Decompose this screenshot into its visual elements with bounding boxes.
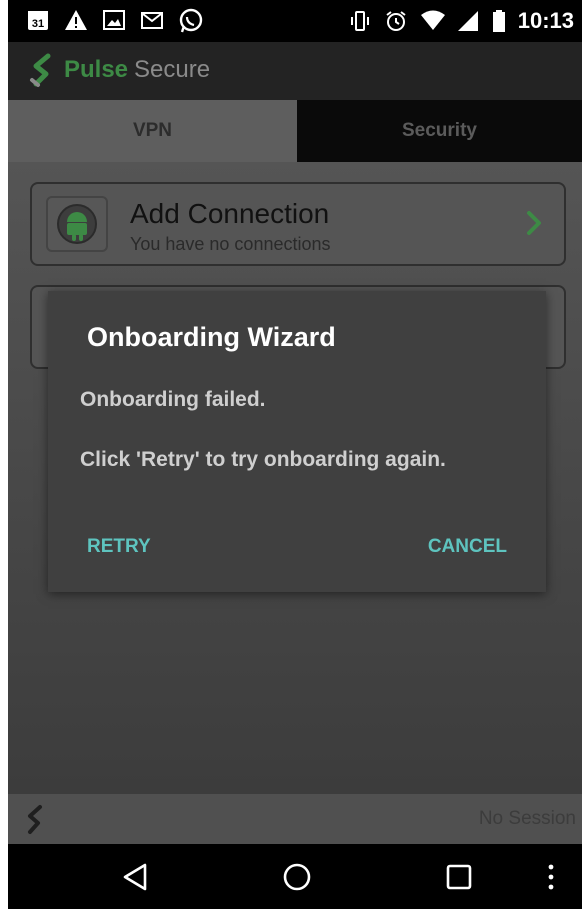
brand-pulse-text: Pulse <box>64 56 129 83</box>
session-status: No Session <box>478 808 576 829</box>
cancel-button[interactable]: CANCEL <box>428 536 507 558</box>
gmail-icon <box>140 8 164 32</box>
phone-screen: 31 10:13 Pulse Secure VPN Security Add C… <box>8 0 582 909</box>
chevron-right-icon <box>526 210 542 241</box>
tab-security[interactable]: Security <box>297 100 582 162</box>
android-icon <box>46 196 108 252</box>
pulse-logo-icon <box>24 804 48 841</box>
calendar-day: 31 <box>32 18 44 30</box>
dialog-message-instruction: Click 'Retry' to try onboarding again. <box>80 448 446 471</box>
clock: 10:13 <box>517 8 574 33</box>
battery-icon <box>492 9 506 33</box>
wifi-icon <box>420 9 445 33</box>
dialog-message-status: Onboarding failed. <box>80 388 266 411</box>
image-icon <box>102 8 126 32</box>
recents-icon[interactable] <box>444 862 474 897</box>
status-bar: 31 10:13 <box>8 0 582 42</box>
brand-secure-text: Secure <box>134 56 211 83</box>
onboarding-dialog: Onboarding Wizard Onboarding failed. Cli… <box>48 291 546 592</box>
pulse-secure-logo: Pulse Secure <box>28 52 210 88</box>
alarm-icon <box>384 9 408 33</box>
warning-icon <box>64 8 88 32</box>
add-connection-subtitle: You have no connections <box>130 234 331 254</box>
app-bar: Pulse Secure <box>8 42 582 100</box>
navigation-bar <box>8 844 582 909</box>
calendar-icon: 31 <box>26 8 50 32</box>
add-connection-card[interactable]: Add Connection You have no connections <box>30 182 566 266</box>
back-icon[interactable] <box>121 862 151 897</box>
whatsapp-icon <box>178 8 203 33</box>
home-icon[interactable] <box>282 862 312 897</box>
retry-button[interactable]: RETRY <box>87 536 151 558</box>
session-footer: No Session <box>8 794 582 844</box>
signal-icon <box>456 9 480 33</box>
add-connection-title: Add Connection <box>130 198 330 229</box>
pulse-logo-icon <box>30 53 51 87</box>
tab-bar: VPN Security <box>8 100 582 162</box>
tab-vpn[interactable]: VPN <box>8 100 297 162</box>
dialog-title: Onboarding Wizard <box>87 322 336 352</box>
more-icon[interactable] <box>546 862 556 897</box>
vibrate-icon <box>348 9 372 33</box>
